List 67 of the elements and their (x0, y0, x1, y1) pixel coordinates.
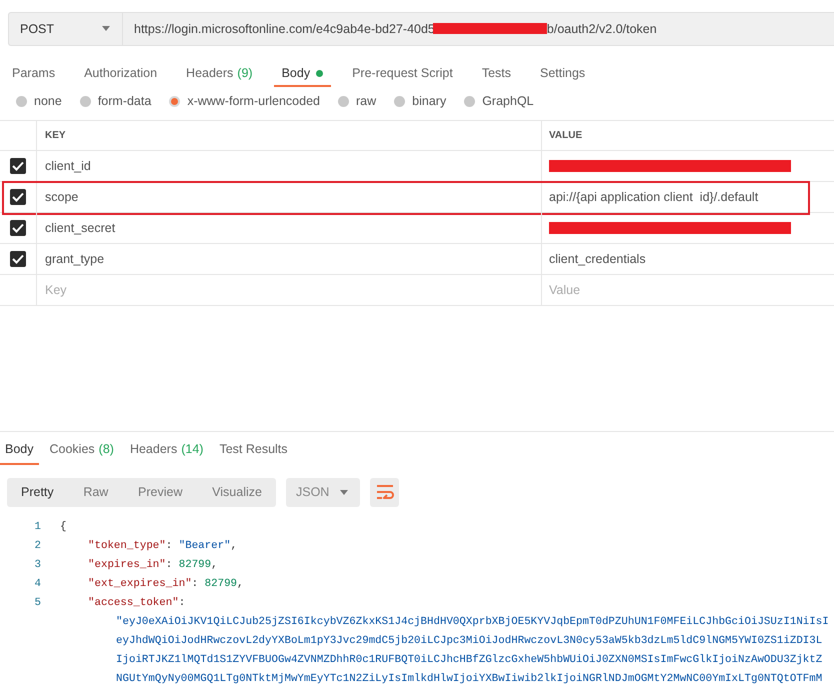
response-tab[interactable]: Body (0, 438, 38, 465)
line-number: 5 (34, 596, 41, 608)
param-key: client_id (45, 159, 91, 173)
param-value: client_credentials (549, 252, 646, 266)
code-text: 82799 (178, 558, 212, 570)
param-key: scope (45, 190, 78, 204)
checkbox[interactable] (10, 158, 26, 174)
response-tab[interactable]: Cookies (8) (44, 438, 119, 465)
code-text: , (237, 578, 244, 590)
line-number: 1 (34, 520, 41, 532)
code-text: eyJhdWQiOiJodHRwczovL2dyYXBoLm1pY3Jvc29mdC5jb20iLCJpc3MiOiJodHRwczovL3N0cy53aW5kb3dzLm5ldC9lNGM5YWI0ZS1iZDI3L (116, 634, 822, 646)
view-mode-button[interactable]: Raw (75, 485, 116, 499)
caret-icon (340, 490, 348, 494)
wrap-button[interactable] (370, 478, 399, 506)
radio-label: x-www-form-urlencoded (187, 94, 320, 108)
code-text: { (60, 520, 66, 532)
request-tab[interactable]: Body (274, 58, 332, 88)
radio-label: raw (356, 94, 376, 108)
param-value: api://{api application client id}/.default (549, 190, 758, 204)
code-text: : (178, 596, 186, 608)
request-tab[interactable]: Settings (532, 58, 594, 88)
code-text: : (166, 558, 174, 570)
wrap-lines-icon (376, 485, 394, 499)
code-text: , (211, 558, 218, 570)
code-text: : (166, 540, 174, 552)
line-number: 4 (34, 578, 41, 590)
request-tab[interactable]: Authorization (76, 58, 166, 88)
view-mode-button[interactable]: Pretty (13, 485, 62, 499)
code-text: "access_token" (88, 596, 179, 608)
code-text: "expires_in" (88, 558, 166, 570)
param-key: grant_type (45, 252, 104, 266)
checkbox[interactable] (10, 251, 26, 267)
code-text: "Bearer" (178, 540, 231, 552)
code-text: NGUtYmQyNy00MGQ1LTg0NTktMjMwYmEyYTc1N2ZiLyIsImlkdHlwIjoiYXBwIiwib2lkIjoiNGRlNDJmOGMtY2MwNC00YmIxLTg0NTQtOTFmM (116, 672, 822, 684)
radio-button[interactable] (338, 96, 349, 107)
checkbox[interactable] (10, 189, 26, 205)
param-key: client_secret (45, 221, 116, 235)
line-number: 3 (34, 558, 41, 570)
radio-button[interactable] (169, 96, 180, 107)
checkbox[interactable] (10, 220, 26, 236)
radio-button[interactable] (464, 96, 476, 107)
response-tab[interactable]: Headers (14) (124, 438, 208, 465)
code-text: : (192, 578, 200, 590)
line-number: 2 (34, 540, 41, 552)
radio-button[interactable] (394, 96, 406, 107)
view-mode-button[interactable]: Preview (130, 485, 190, 499)
request-tab[interactable]: Pre-request Script (344, 58, 461, 88)
radio-button[interactable] (16, 96, 27, 107)
code-text: "eyJ0eXAiOiJKV1QiLCJub25jZSI6IkcybVZ6ZkxKS1J4cjBHdHV0QXprbXBjOE5KYVJqbEpmT0dPZUhUN1F0MFEiLCJhbGciOiJSUzI1NiIsI (116, 616, 829, 628)
code-text: 82799 (204, 578, 238, 590)
request-tab[interactable]: Tests (474, 58, 519, 88)
code-text: "token_type" (88, 540, 166, 552)
radio-button[interactable] (80, 96, 91, 107)
view-mode-button[interactable]: Visualize (204, 485, 270, 499)
column-header: KEY (37, 121, 542, 150)
format-dropdown[interactable]: JSON (286, 478, 360, 506)
code-text: IjoiRTJKZ1lMQTd1S1ZYVFBUOGw4ZVNMZDhhR0c1RUFBQT0iLCJhcHBfZGlzcGxheW5hbWUiOiJ0ZXN0MSIsImFwcGlkIjoiNzAwODU3ZjktZ (116, 654, 822, 666)
radio-label: none (34, 94, 62, 108)
code-text: , (230, 540, 238, 552)
radio-label: binary (412, 94, 446, 108)
request-tab[interactable]: Headers (9) (178, 58, 261, 88)
code-text: "ext_expires_in" (88, 578, 192, 590)
column-header: VALUE (548, 129, 584, 143)
radio-label: form-data (98, 94, 152, 108)
request-tab[interactable]: Params (4, 58, 64, 88)
radio-label: GraphQL (482, 94, 534, 108)
response-tab[interactable]: Test Results (214, 438, 293, 465)
